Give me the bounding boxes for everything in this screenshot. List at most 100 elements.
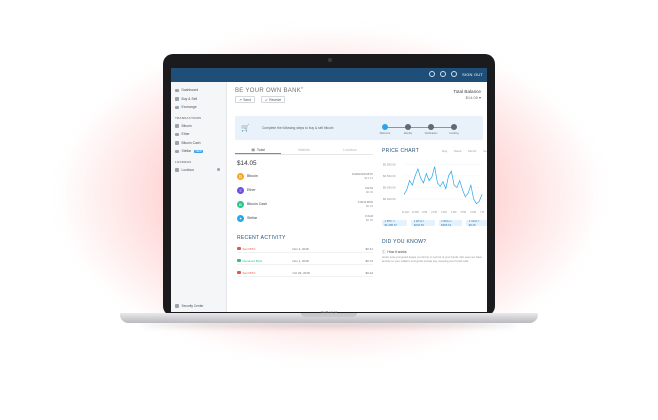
price-point: [448, 175, 449, 177]
activity-date: Oct 29, 2018: [292, 270, 310, 275]
coin-values: 0 XLM $0.00: [365, 214, 373, 222]
coin-name: Stellar: [247, 216, 258, 220]
x-tick-label: 12 PM: [412, 211, 419, 214]
step-dot-identity[interactable]: [405, 124, 411, 130]
step-dot-welcome[interactable]: [382, 124, 388, 130]
settings-icon[interactable]: [451, 71, 458, 77]
camera: [328, 58, 332, 62]
activity-amount: $0.24: [365, 270, 373, 275]
sidebar-item-label: Ether: [181, 132, 190, 137]
price-pill[interactable]: 1 XLM = $0.25: [466, 219, 487, 227]
info-icon: ⓘ: [382, 250, 386, 254]
y-tick-label: $6,450.00: [383, 185, 396, 189]
activity-date: Nov 3, 2018: [292, 246, 309, 251]
sidebar-item-security-center[interactable]: Security Center: [175, 304, 203, 308]
price-point: [459, 180, 460, 181]
tab-total-icon: ▤: [251, 147, 255, 152]
sidebar-item-stellar[interactable]: Stellar NEW: [171, 147, 226, 156]
send-icon: ↗: [239, 97, 242, 102]
signout-button[interactable]: SIGN OUT: [462, 72, 483, 77]
x-tick-label: 6 PM: [470, 211, 476, 214]
receive-button[interactable]: ↙ Receive: [261, 96, 286, 103]
send-button[interactable]: ↗ Send: [235, 96, 255, 103]
price-chart-title: PRICE CHART: [382, 148, 420, 154]
tab-total[interactable]: ▤ Total: [235, 146, 281, 154]
price-point: [423, 182, 424, 184]
range-option-year[interactable]: Year: [483, 149, 487, 157]
sidebar-item-label: Stellar: [181, 149, 192, 154]
total-balance-label: Total Balance: [453, 89, 481, 94]
step-dot-verification[interactable]: [428, 124, 434, 130]
price-point: [434, 166, 435, 167]
step-label-identity: Identity: [403, 132, 413, 135]
activity-row[interactable]: Sent BTC Nov 3, 2018 $0.31: [237, 245, 373, 253]
activity-row[interactable]: Sent BTC Oct 29, 2018 $0.24: [237, 269, 373, 277]
sidebar-item-ether[interactable]: Ether: [171, 130, 226, 139]
sidebar: Dashboard Buy & Sell Exchange TRANSACTIO…: [171, 82, 227, 312]
balance-tabs: ▤ Total Wallets Lockbox: [235, 146, 373, 155]
sidebar-item-label: Buy & Sell: [181, 96, 198, 101]
laptop-lid: SIGN OUT Dashboard Buy & Sell Exchange T…: [163, 54, 495, 316]
price-point: [406, 189, 408, 191]
sidebar-item-dashboard[interactable]: Dashboard: [171, 86, 226, 95]
ether-icon: [175, 132, 179, 136]
price-point: [445, 188, 447, 189]
coin-row[interactable]: ₿ Bitcoin 0.00021234 BTC $13.12: [237, 171, 373, 181]
activity-row[interactable]: Received BCH Nov 1, 2018 $0.72: [237, 257, 373, 265]
step-label-funding: Funding: [449, 132, 459, 135]
stage: SIGN OUT Dashboard Buy & Sell Exchange T…: [0, 0, 658, 420]
x-tick-label: 4 PM: [451, 211, 457, 214]
step-dot-funding[interactable]: [451, 124, 457, 130]
coin-usd-amount: $0.93: [366, 204, 373, 208]
price-point: [442, 181, 444, 182]
coin-values: 0 ETH $0.00: [365, 186, 373, 194]
range-option-week[interactable]: Week: [454, 149, 462, 157]
price-point: [481, 194, 483, 195]
price-chart: $6,550.00 $6,500.00 $6,450.00 $6,400.00 11 A…: [383, 162, 484, 214]
tab-wallets[interactable]: Wallets: [281, 146, 327, 154]
price-point: [420, 177, 421, 179]
coin-row[interactable]: ✦ Stellar 0 XLM $0.00: [237, 213, 373, 223]
price-pill[interactable]: 1 ETH = $204.53: [411, 219, 435, 227]
x-tick-label: 11 AM: [402, 211, 409, 214]
coin-row[interactable]: Ƀ Bitcoin Cash 0.0014 BCH $0.93: [237, 199, 373, 209]
page-title: BE YOUR OWN BANK®: [235, 86, 304, 94]
coin-row[interactable]: Ξ Ether 0 ETH $0.00: [237, 185, 373, 195]
range-option-day[interactable]: Day: [442, 149, 447, 157]
sidebar-item-buy-sell[interactable]: Buy & Sell: [171, 95, 226, 104]
how-it-works-heading: ⓘ How it works: [382, 249, 407, 255]
x-tick-label: 5 PM: [461, 211, 467, 214]
tab-label: Lockbox: [343, 148, 357, 152]
chart-range-selector: DayWeekMonthYearAll TimeLive: [442, 149, 487, 157]
price-point: [453, 184, 455, 186]
stellar-icon: ✦: [237, 214, 244, 222]
sidebar-item-exchange[interactable]: Exchange: [171, 103, 226, 112]
laptop-screen: SIGN OUT Dashboard Buy & Sell Exchange T…: [171, 68, 487, 312]
price-pill[interactable]: 1 BTC = $6,486.67: [382, 219, 408, 227]
did-you-know-text: Grant sole encrypted keeps you firmly in…: [382, 255, 482, 263]
price-point: [467, 193, 469, 194]
main-content: BE YOUR OWN BANK® ↗ Send ↙ Receive Total B…: [231, 82, 487, 312]
price-point: [437, 182, 438, 184]
transaction-icon: [237, 246, 241, 251]
sidebar-item-label: Lockbox: [181, 167, 195, 172]
tab-lockbox[interactable]: Lockbox: [327, 146, 373, 154]
sidebar-item-bitcoin[interactable]: Bitcoin: [171, 122, 226, 131]
total-balance-value[interactable]: $14.05 ▾: [466, 95, 481, 100]
range-option-month[interactable]: Month: [468, 149, 476, 157]
x-tick-label: 1 PM: [422, 211, 428, 214]
step-label-verification: Verification: [424, 132, 438, 135]
lock-icon[interactable]: [440, 71, 447, 77]
lockbox-icon: [175, 168, 179, 172]
price-pill[interactable]: 1 BCH = $605.51: [438, 219, 463, 227]
price-point: [412, 184, 413, 186]
sidebar-item-lockbox[interactable]: Lockbox: [171, 166, 226, 175]
activity-amount: $0.31: [365, 246, 373, 251]
price-point: [465, 196, 466, 197]
activity-type: Sent BTC: [242, 246, 256, 251]
help-icon[interactable]: [429, 71, 436, 77]
coin-usd-amount: $0.00: [366, 218, 373, 222]
how-it-works-label: How it works: [387, 249, 407, 254]
sidebar-item-bitcoin-cash[interactable]: Bitcoin Cash: [171, 139, 226, 148]
ether-icon: Ξ: [237, 186, 244, 194]
